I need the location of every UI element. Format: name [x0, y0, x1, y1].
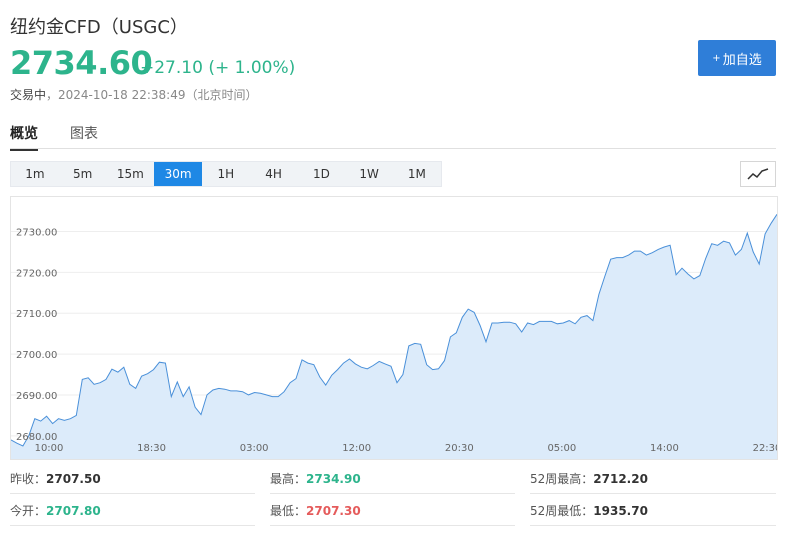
x-tick-label: 18:30 — [137, 443, 166, 454]
stat-open: 今开：2707.80 — [10, 497, 255, 526]
x-tick-label: 03:00 — [240, 443, 269, 454]
status-label: 交易中 — [10, 88, 47, 102]
price-chart[interactable]: 2680.00 2690.00 2700.00 2710.00 2720.00 2730.… — [10, 196, 778, 460]
period-1mo[interactable]: 1M — [393, 162, 441, 186]
stat-52w-low: 52周最低：1935.70 — [530, 497, 776, 526]
trading-status: 交易中，2024-10-18 22:38:49（北京时间） — [10, 86, 257, 103]
x-tick-label: 20:30 — [445, 443, 474, 454]
period-1w[interactable]: 1W — [345, 162, 393, 186]
x-tick-label: 12:00 — [342, 443, 371, 454]
tab-overview[interactable]: 概览 — [10, 123, 38, 151]
period-4h[interactable]: 4H — [250, 162, 298, 186]
period-5m[interactable]: 5m — [59, 162, 107, 186]
y-tick-label: 2690.00 — [16, 391, 57, 402]
last-price: 2734.60 — [10, 44, 153, 82]
x-tick-label: 14:00 — [650, 443, 679, 454]
instrument-title: 纽约金CFD（USGC） — [10, 17, 188, 38]
tab-chart[interactable]: 图表 — [70, 123, 98, 151]
chart-area-fill — [11, 214, 777, 459]
x-tick-label: 22:30 — [753, 443, 777, 454]
period-selector: 1m 5m 15m 30m 1H 4H 1D 1W 1M — [10, 161, 442, 187]
add-watchlist-label: 加自选 — [722, 52, 762, 68]
plus-icon: + — [712, 52, 721, 64]
stat-52w-high: 52周最高：2712.20 — [530, 465, 776, 494]
stat-low: 最低：2707.30 — [270, 497, 515, 526]
y-tick-label: 2710.00 — [16, 309, 57, 320]
y-tick-label: 2720.00 — [16, 268, 57, 279]
period-1m[interactable]: 1m — [11, 162, 59, 186]
period-30m[interactable]: 30m — [154, 162, 202, 186]
add-watchlist-button[interactable]: + 加自选 — [698, 40, 776, 76]
period-1d[interactable]: 1D — [298, 162, 346, 186]
y-tick-label: 2680.00 — [16, 432, 57, 443]
y-tick-label: 2730.00 — [16, 227, 57, 238]
line-chart-icon — [747, 168, 769, 180]
stat-prev-close: 昨收：2707.50 — [10, 465, 255, 494]
tab-divider — [10, 148, 776, 149]
price-change: +27.10 (+ 1.00%) — [140, 58, 296, 78]
x-tick-label: 05:00 — [547, 443, 576, 454]
status-timestamp: ，2024-10-18 22:38:49（北京时间） — [46, 88, 258, 102]
x-tick-label: 10:00 — [35, 443, 64, 454]
period-15m[interactable]: 15m — [107, 162, 155, 186]
price-chart-svg: 2680.00 2690.00 2700.00 2710.00 2720.00 2730.… — [11, 214, 777, 459]
y-tick-label: 2700.00 — [16, 350, 57, 361]
stat-high: 最高：2734.90 — [270, 465, 515, 494]
tab-bar: 概览 图表 — [10, 123, 98, 151]
period-1h[interactable]: 1H — [202, 162, 250, 186]
chart-type-button[interactable] — [740, 161, 776, 187]
